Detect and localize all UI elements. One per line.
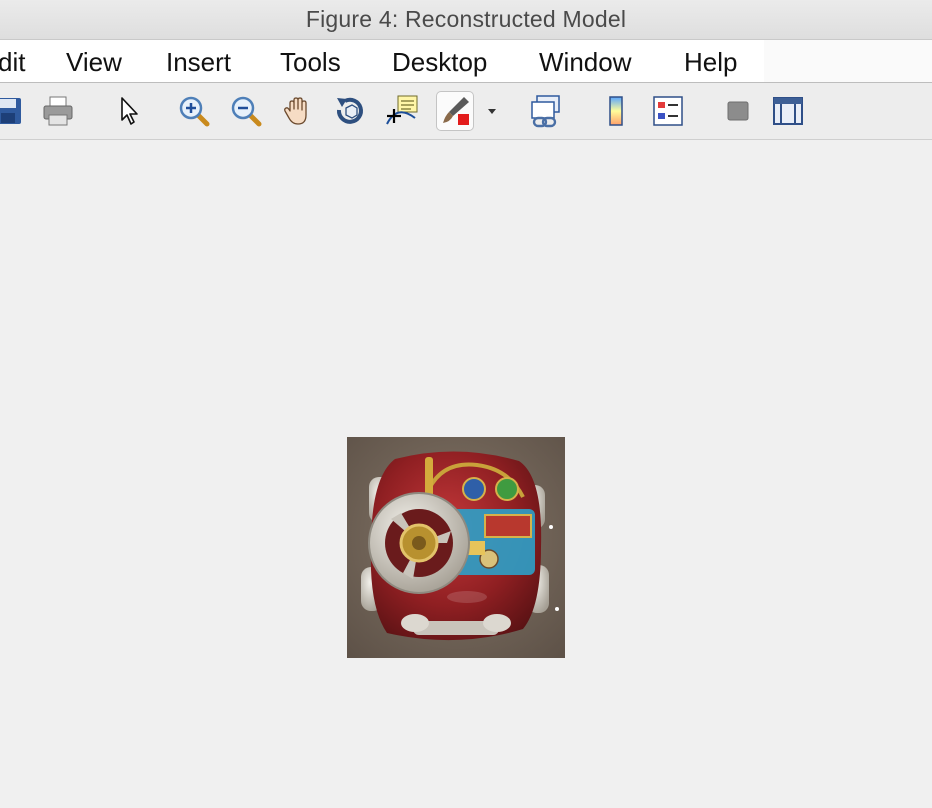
pan-button[interactable]	[280, 93, 316, 129]
menu-window[interactable]: Window	[539, 47, 631, 78]
save-icon	[0, 98, 21, 124]
colorbar-icon	[609, 96, 623, 126]
insert-legend-button[interactable]	[650, 93, 686, 129]
menu-help[interactable]: Help	[684, 47, 737, 78]
figure-canvas[interactable]	[0, 140, 932, 808]
menu-desktop[interactable]: Desktop	[392, 47, 487, 78]
pointer-icon	[121, 97, 138, 125]
figure-toolbar	[0, 83, 932, 140]
zoom-out-icon	[231, 96, 262, 127]
save-button[interactable]	[0, 93, 26, 129]
window-titlebar: Figure 4: Reconstructed Model	[0, 0, 932, 40]
hide-plot-tools-icon	[727, 101, 749, 121]
menu-edit[interactable]: dit	[0, 47, 25, 78]
toy-car-image	[361, 451, 559, 641]
insert-colorbar-button[interactable]	[598, 93, 634, 129]
pointer-button[interactable]	[110, 93, 146, 129]
dropdown-arrow-icon	[488, 109, 496, 114]
window-title: Figure 4: Reconstructed Model	[305, 6, 627, 32]
brush-icon	[443, 97, 469, 125]
zoom-out-button[interactable]	[228, 93, 264, 129]
brush-button[interactable]	[436, 91, 474, 131]
menu-tools[interactable]: Tools	[280, 47, 341, 78]
print-icon	[43, 96, 73, 126]
data-cursor-icon	[386, 95, 418, 125]
hide-plot-tools-button[interactable]	[720, 93, 756, 129]
menu-view[interactable]: View	[66, 47, 122, 78]
reconstructed-model-image	[347, 437, 565, 658]
link-plot-button[interactable]	[528, 93, 564, 129]
link-plot-icon	[531, 95, 560, 128]
rotate-3d-button[interactable]	[332, 93, 368, 129]
zoom-in-button[interactable]	[176, 93, 212, 129]
show-plot-tools-button[interactable]	[770, 93, 806, 129]
menu-bar: dit View Insert Tools Desktop Window Hel…	[0, 40, 932, 83]
rotate-3d-icon	[336, 97, 363, 124]
brush-dropdown-button[interactable]	[482, 93, 502, 129]
data-cursor-button[interactable]	[384, 93, 420, 129]
menu-insert[interactable]: Insert	[166, 47, 231, 78]
zoom-in-icon	[179, 96, 210, 127]
show-plot-tools-icon	[773, 97, 803, 125]
pan-hand-icon	[284, 97, 307, 125]
legend-icon	[653, 96, 683, 126]
print-button[interactable]	[40, 93, 76, 129]
